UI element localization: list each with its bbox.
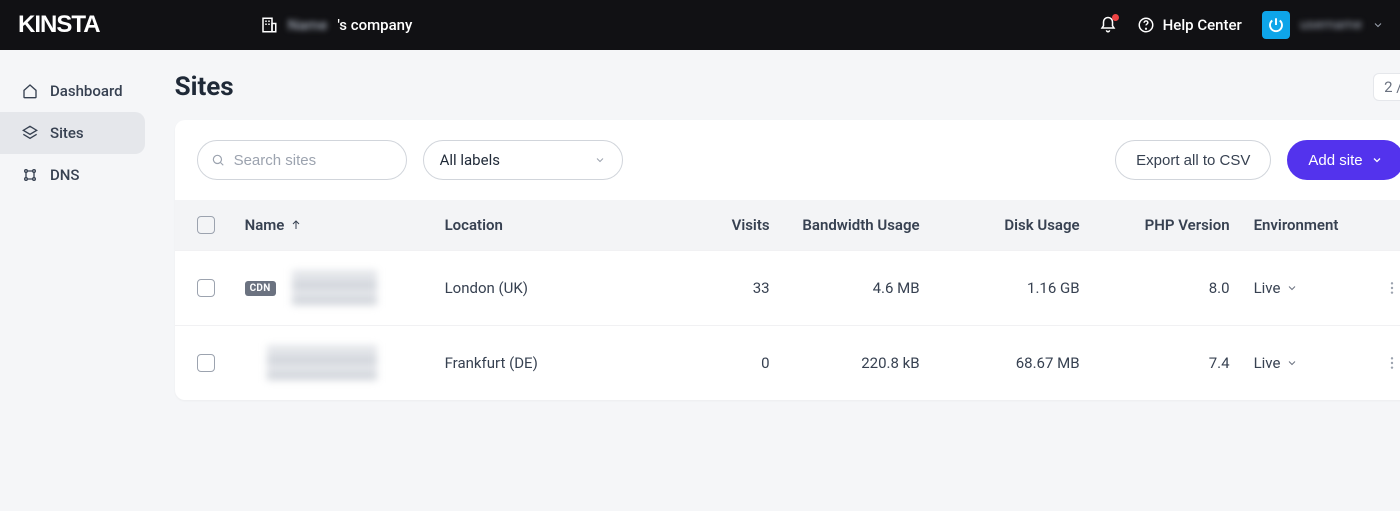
notification-dot: [1112, 14, 1119, 21]
table-header: Name Location Visits Bandwidth Usage Dis…: [175, 200, 1400, 250]
cell-php: 8.0: [1080, 279, 1230, 297]
env-value: Live: [1254, 354, 1281, 372]
cell-visits: 0: [650, 354, 770, 372]
username-redacted: username: [1300, 17, 1362, 33]
select-all-checkbox[interactable]: [197, 216, 215, 234]
chevron-down-icon: [1372, 19, 1384, 31]
labels-filter-text: All labels: [440, 151, 500, 169]
toolbar: All labels Export all to CSV Add site: [175, 120, 1400, 200]
row-checkbox[interactable]: [197, 354, 215, 372]
cell-disk: 68.67 MB: [920, 354, 1080, 372]
sidebar-item-dns[interactable]: DNS: [0, 154, 145, 196]
environment-select[interactable]: Live: [1254, 354, 1299, 372]
dns-icon: [22, 167, 38, 183]
search-icon: [211, 153, 225, 167]
row-checkbox[interactable]: [197, 279, 215, 297]
building-icon: [260, 16, 278, 34]
table-row: CDN London (UK) 33 4.6 MB 1.16 GB 8.0 Li…: [175, 250, 1400, 325]
sidebar-item-sites[interactable]: Sites: [0, 112, 145, 154]
add-site-label: Add site: [1308, 152, 1362, 169]
add-site-button[interactable]: Add site: [1287, 140, 1400, 180]
more-vertical-icon: [1384, 355, 1400, 371]
column-label: Bandwidth Usage: [802, 216, 919, 234]
cell-disk: 1.16 GB: [920, 279, 1080, 297]
export-csv-button[interactable]: Export all to CSV: [1115, 140, 1271, 180]
column-header-disk[interactable]: Disk Usage: [920, 216, 1080, 234]
company-label: 's company: [337, 16, 412, 34]
column-label: Name: [245, 216, 285, 234]
column-header-name[interactable]: Name: [245, 216, 445, 234]
help-label: Help Center: [1163, 16, 1242, 34]
sidebar-item-label: Sites: [50, 124, 84, 142]
column-label: Environment: [1254, 216, 1339, 234]
column-label: Visits: [732, 216, 770, 234]
cell-location: Frankfurt (DE): [445, 354, 650, 372]
column-header-visits[interactable]: Visits: [650, 216, 770, 234]
sidebar-item-label: DNS: [50, 166, 80, 184]
main-content: Sites 2 / 3 All labels Export all to CSV: [151, 50, 1400, 511]
user-avatar: [1262, 11, 1290, 39]
cell-bandwidth: 220.8 kB: [770, 354, 920, 372]
user-menu[interactable]: username: [1262, 11, 1384, 39]
site-name-redacted[interactable]: [292, 271, 377, 305]
labels-filter[interactable]: All labels: [423, 140, 623, 180]
page-title: Sites: [175, 72, 234, 102]
brand-logo[interactable]: KINSTA: [18, 11, 100, 39]
power-icon: [1267, 16, 1285, 34]
help-icon: [1137, 16, 1155, 34]
env-value: Live: [1254, 279, 1281, 297]
environment-select[interactable]: Live: [1254, 279, 1299, 297]
home-icon: [22, 83, 38, 99]
cell-php: 7.4: [1080, 354, 1230, 372]
company-switcher[interactable]: Name 's company: [260, 16, 413, 34]
column-header-location[interactable]: Location: [445, 216, 650, 234]
column-label: Disk Usage: [1004, 216, 1079, 234]
more-vertical-icon: [1384, 280, 1400, 296]
sites-card: All labels Export all to CSV Add site Na…: [175, 120, 1400, 400]
table-row: Frankfurt (DE) 0 220.8 kB 68.67 MB 7.4 L…: [175, 325, 1400, 400]
column-label: Location: [445, 216, 503, 234]
site-name-redacted[interactable]: [267, 346, 377, 380]
search-input[interactable]: [197, 140, 407, 180]
sidebar: Dashboard Sites DNS: [0, 50, 151, 511]
cdn-badge: CDN: [245, 281, 276, 296]
column-label: PHP Version: [1145, 216, 1230, 234]
cell-bandwidth: 4.6 MB: [770, 279, 920, 297]
sidebar-item-label: Dashboard: [50, 82, 123, 100]
pagination-indicator[interactable]: 2 / 3: [1373, 73, 1400, 101]
export-label: Export all to CSV: [1136, 152, 1250, 169]
layers-icon: [22, 125, 38, 141]
chevron-down-icon: [1286, 357, 1298, 369]
chevron-down-icon: [1371, 154, 1383, 166]
top-header: KINSTA Name 's company Help Center usern…: [0, 0, 1400, 50]
column-header-bandwidth[interactable]: Bandwidth Usage: [770, 216, 920, 234]
cell-visits: 33: [650, 279, 770, 297]
column-header-env[interactable]: Environment: [1230, 216, 1380, 234]
chevron-down-icon: [1286, 282, 1298, 294]
row-actions-button[interactable]: [1380, 276, 1400, 300]
sort-asc-icon: [290, 219, 302, 231]
help-center-button[interactable]: Help Center: [1137, 16, 1242, 34]
row-actions-button[interactable]: [1380, 351, 1400, 375]
notifications-button[interactable]: [1099, 16, 1117, 34]
chevron-down-icon: [594, 154, 606, 166]
sidebar-item-dashboard[interactable]: Dashboard: [0, 70, 145, 112]
column-header-php[interactable]: PHP Version: [1080, 216, 1230, 234]
company-name-redacted: Name: [288, 16, 328, 34]
cell-location: London (UK): [445, 279, 650, 297]
